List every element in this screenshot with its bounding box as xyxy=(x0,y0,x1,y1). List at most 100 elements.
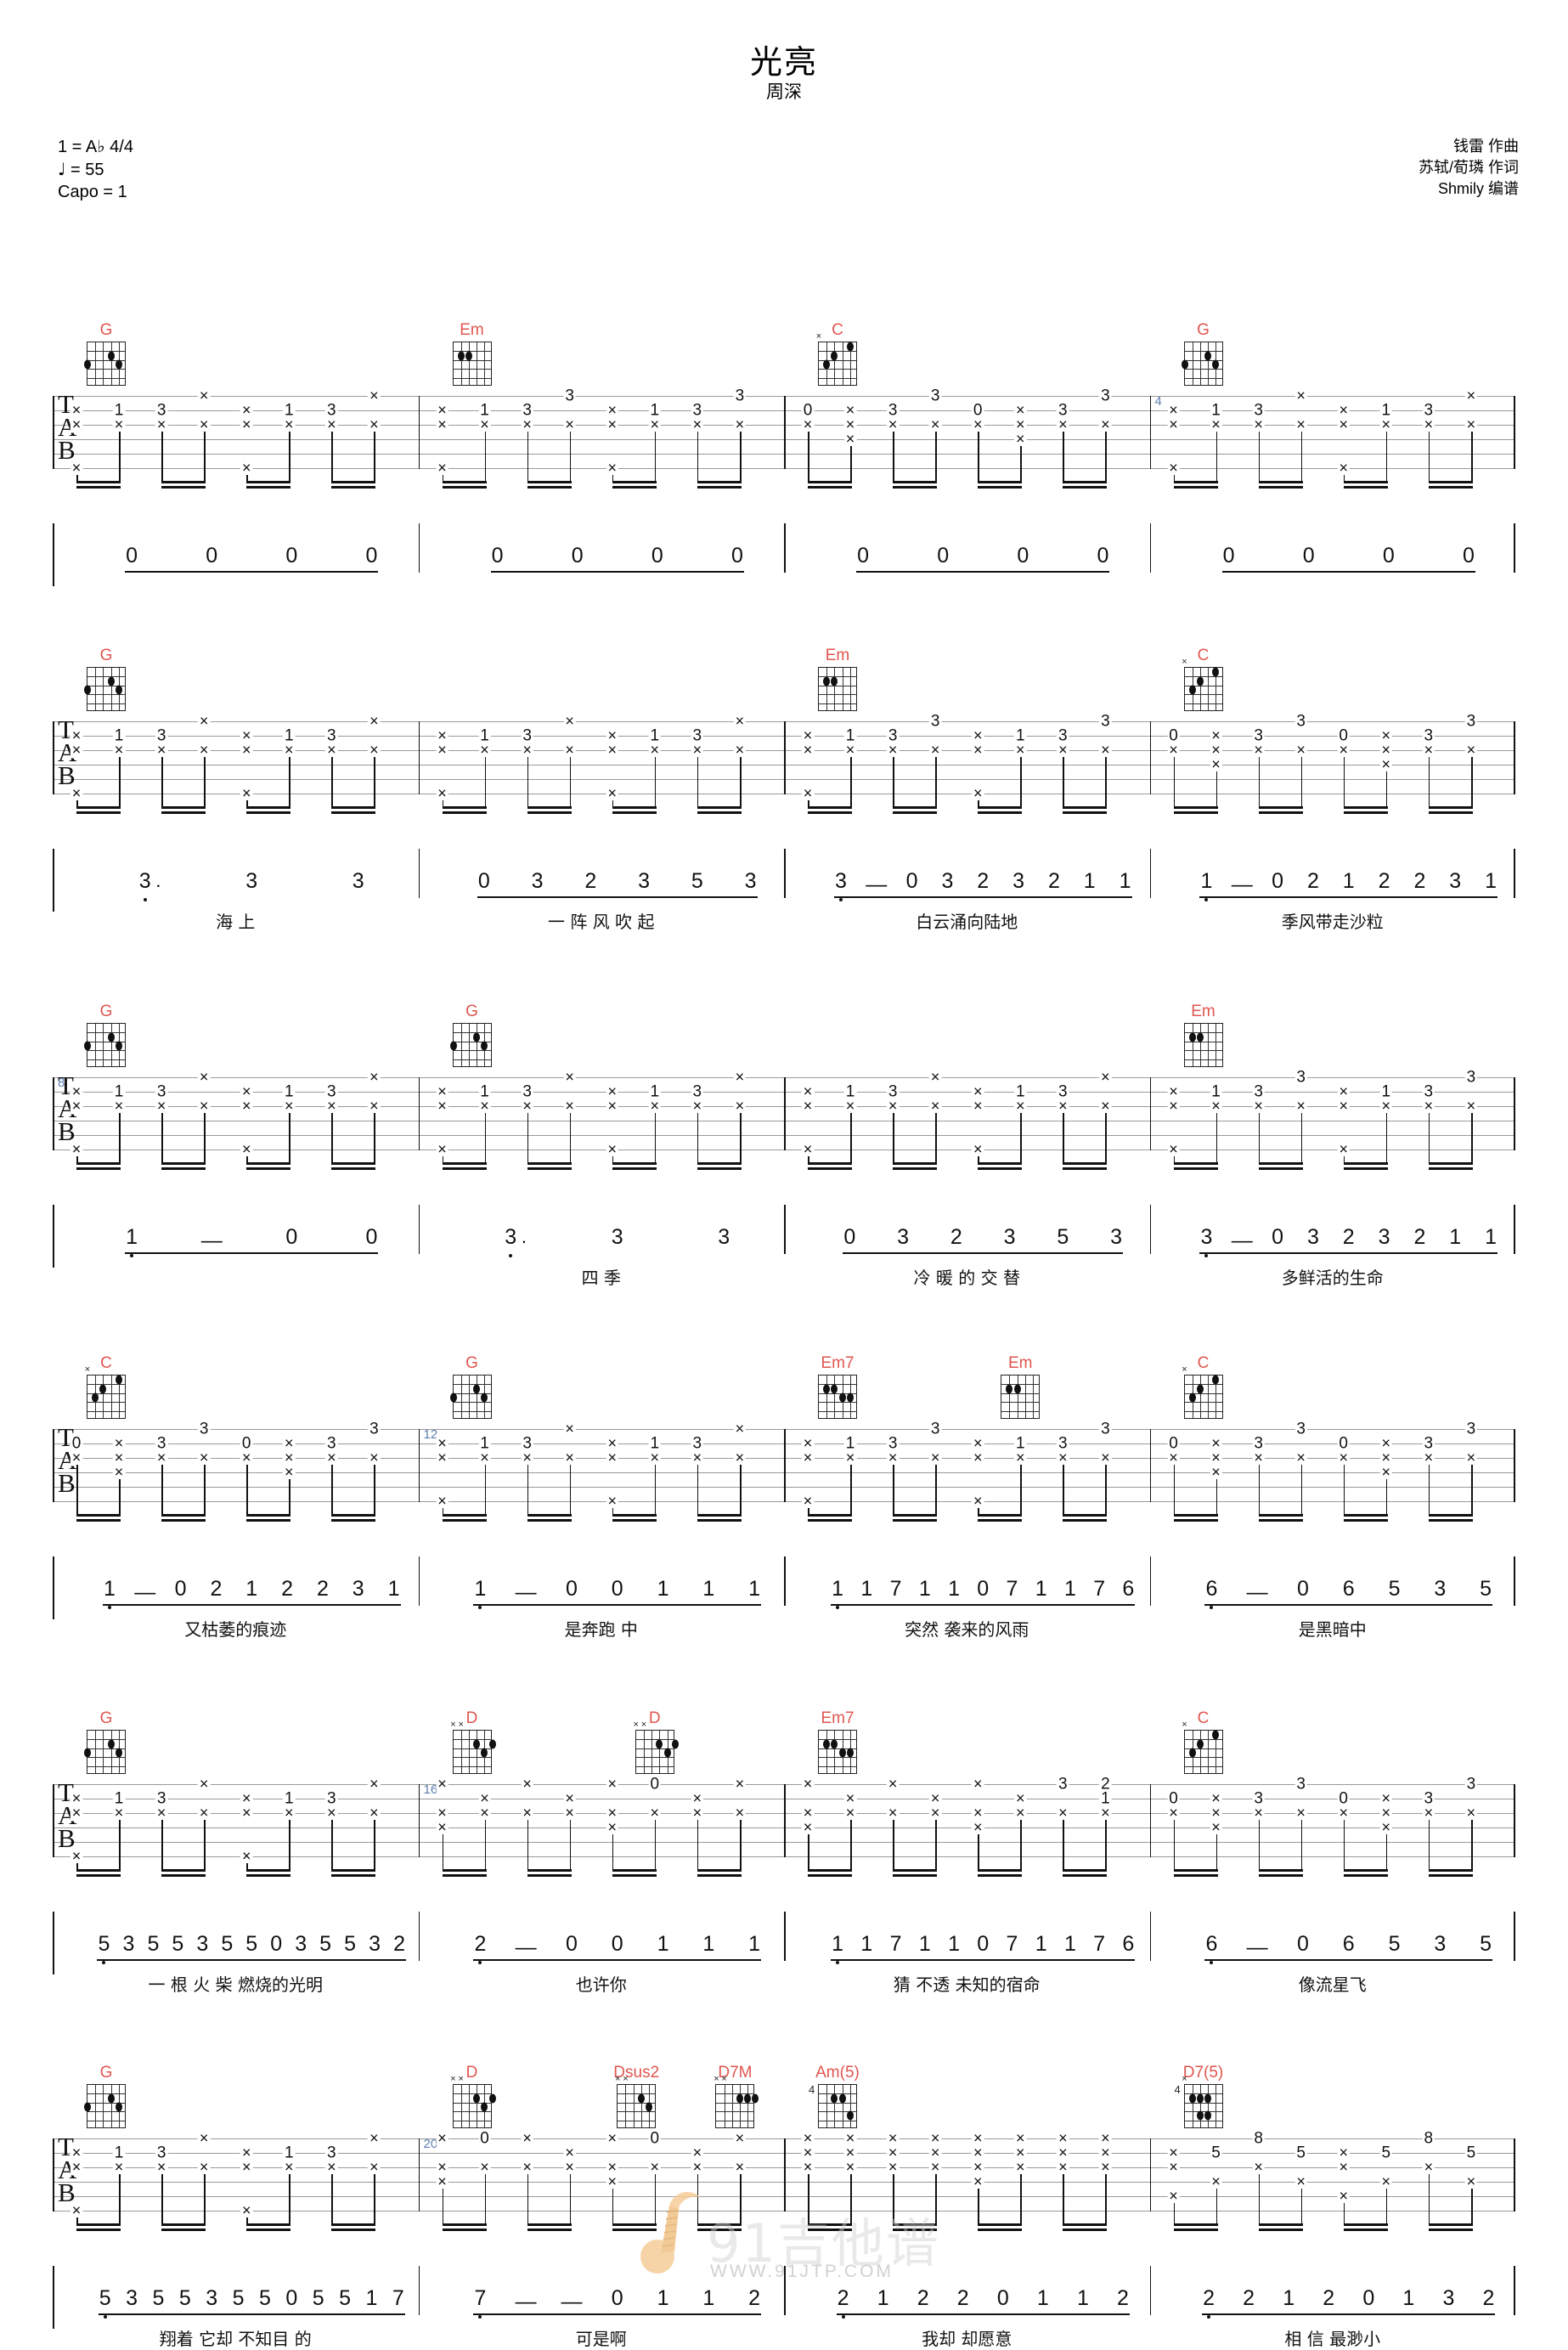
chord-fret-line xyxy=(716,2111,754,2113)
jianpu-rest-dash: — xyxy=(1246,1580,1268,1604)
note-stem xyxy=(161,432,163,483)
tab-note: × xyxy=(521,1449,533,1466)
chord-finger-dot xyxy=(846,342,854,352)
beam xyxy=(161,1874,206,1877)
chord-name: G xyxy=(99,1709,113,1727)
chord-grid xyxy=(84,2084,126,2128)
beam xyxy=(893,1167,938,1170)
beam xyxy=(612,806,657,809)
beam xyxy=(527,1162,572,1165)
chord-finger-dot xyxy=(449,1392,457,1403)
beam xyxy=(1258,1519,1303,1522)
note-stem xyxy=(1385,2189,1388,2225)
jianpu-note: 3 xyxy=(352,1577,364,1601)
tab-note: × xyxy=(436,2129,448,2147)
jianpu-note: 1 xyxy=(103,1577,116,1601)
tab-note: × xyxy=(606,415,618,433)
jianpu-note: 1 xyxy=(877,2286,889,2310)
jianpu-barline-end xyxy=(1514,2266,1515,2315)
tab-note: 3 xyxy=(1294,1068,1307,1087)
chord-mute-marker: × xyxy=(1182,1720,1187,1730)
jianpu-note: 2 xyxy=(917,2286,929,2310)
jianpu-beam-line xyxy=(831,1604,1136,1606)
chord-finger-dot xyxy=(1204,2110,1212,2121)
note-stem xyxy=(246,1465,248,1516)
tab-note: 3 xyxy=(1099,1420,1112,1438)
tab-note: × xyxy=(1464,1449,1478,1466)
note-stem xyxy=(527,1113,529,1164)
chord-grid xyxy=(818,1375,857,1419)
chord-diagram-D: D × × xyxy=(450,1709,496,1774)
jianpu-note: 2 xyxy=(1117,2286,1129,2310)
note-stem xyxy=(119,432,121,483)
jianpu-note: 1 xyxy=(702,2286,715,2310)
tab-note: × xyxy=(971,1775,984,1793)
note-stem xyxy=(569,757,572,808)
note-stem xyxy=(1215,432,1218,483)
beam xyxy=(331,2223,376,2226)
chord-name: D7(5) xyxy=(1182,2064,1224,2082)
chord-mute-marker: × xyxy=(458,2074,464,2084)
note-stem xyxy=(739,432,742,483)
beam xyxy=(1173,2223,1218,2226)
tab-note: 5 xyxy=(1464,2144,1478,2162)
note-stem xyxy=(1063,1820,1064,1871)
jianpu-note: 1 xyxy=(1200,869,1213,893)
tab-note: × xyxy=(155,741,168,759)
beam xyxy=(246,2229,291,2231)
chord-finger-dot xyxy=(1204,351,1212,361)
beam xyxy=(76,1869,121,1872)
jianpu-note: 0 xyxy=(365,1225,378,1249)
tab-note: × xyxy=(283,1804,296,1822)
tab-note: 5 xyxy=(1379,2144,1393,2162)
note-stem xyxy=(569,432,572,483)
chord-fret-line xyxy=(453,2093,491,2095)
note-stem xyxy=(893,757,894,808)
tab-note: × xyxy=(606,1818,618,1836)
chord-name: G xyxy=(99,321,113,339)
beam xyxy=(1063,1869,1108,1872)
jianpu-note: 0 xyxy=(174,1577,187,1601)
tab-note: × xyxy=(436,741,448,759)
chord-grid xyxy=(449,1023,492,1067)
barline xyxy=(1149,721,1152,794)
tab-note: × xyxy=(1057,2158,1069,2176)
tab-note: × xyxy=(436,1775,448,1793)
beam xyxy=(161,1519,206,1522)
tab-note: 0 xyxy=(478,2129,491,2148)
beam xyxy=(978,1514,1023,1517)
jianpu-octave-dot xyxy=(1210,1961,1214,1964)
tab-note: × xyxy=(843,741,857,759)
note-stem xyxy=(161,1113,163,1164)
beam xyxy=(1063,1514,1108,1517)
beam xyxy=(527,2223,572,2226)
tab-note: × xyxy=(70,1140,83,1158)
tab-note: × xyxy=(478,1804,491,1822)
note-stem xyxy=(1385,432,1388,483)
note-stem xyxy=(1105,1465,1107,1516)
beam xyxy=(246,2223,291,2226)
chord-grid xyxy=(452,342,492,386)
beam xyxy=(76,481,121,483)
chord-finger-dot xyxy=(481,1392,488,1403)
chord-finger-dot xyxy=(473,1384,481,1394)
chord-fret-line xyxy=(618,2093,656,2095)
barline xyxy=(784,1429,786,1502)
tab-note: × xyxy=(1422,2158,1435,2176)
jianpu-note: 3 xyxy=(505,1225,517,1249)
chord-mute-marker: × xyxy=(84,1364,91,1375)
beam xyxy=(1063,486,1108,489)
beam xyxy=(76,806,121,809)
jianpu-note: 5 xyxy=(178,2286,191,2310)
beam xyxy=(331,486,376,489)
jianpu-note: 3 xyxy=(1449,869,1462,893)
note-stem xyxy=(1343,1465,1345,1516)
tab-note: × xyxy=(1099,1804,1112,1822)
jianpu-beam-line xyxy=(856,571,1110,573)
jianpu-note: 0 xyxy=(1272,869,1284,893)
note-stem xyxy=(161,1820,163,1871)
tab-note: 5 xyxy=(1294,2144,1307,2162)
jianpu-note: 2 xyxy=(1243,2286,1255,2310)
tab-note: × xyxy=(368,2158,381,2176)
chord-mute-marker: × xyxy=(815,331,822,342)
